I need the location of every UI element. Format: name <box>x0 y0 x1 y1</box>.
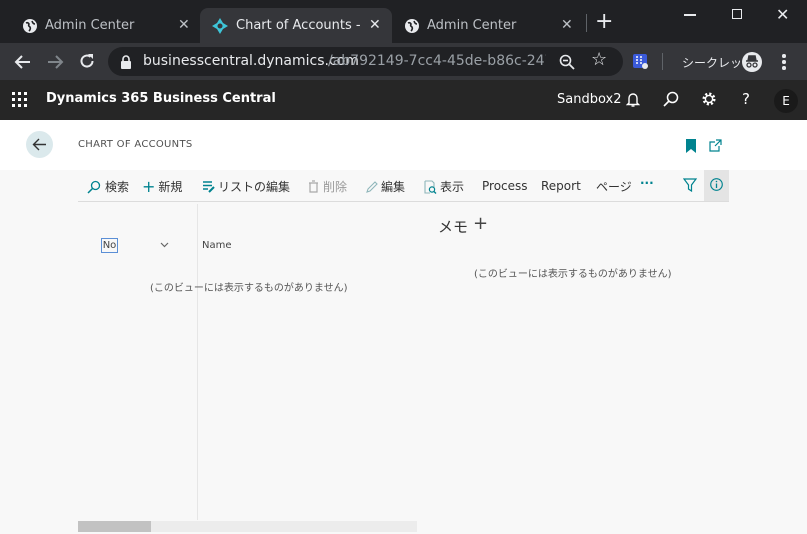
add-note-button[interactable]: + <box>473 213 488 234</box>
browser-toolbar: businesscentral.dynamics.com /ab792149-7… <box>0 43 807 80</box>
scrollbar-thumb[interactable] <box>78 521 151 532</box>
view-icon <box>424 179 437 194</box>
browser-tab-title: Admin Center <box>427 18 517 33</box>
browser-tab-title: Admin Center <box>45 18 135 33</box>
delete-action-label: 削除 <box>323 180 348 194</box>
back-arrow-icon <box>32 138 46 151</box>
search-action-label: 検索 <box>105 180 130 194</box>
delete-action[interactable]: 削除 <box>308 178 347 195</box>
page-menu[interactable]: ページ <box>596 178 632 195</box>
browser-tab[interactable]: Admin Center ✕ <box>392 8 582 43</box>
browser-tab-title: Chart of Accounts - Dyn <box>236 18 364 33</box>
column-header-no[interactable]: No <box>101 238 118 253</box>
action-bar: 検索 + 新規 リストの編集 削除 編集 表示 Process Report ペ… <box>78 170 729 202</box>
url-host: businesscentral.dynamics.com <box>143 53 359 69</box>
maximize-icon[interactable] <box>732 9 742 19</box>
page-body: CHART OF ACCOUNTS 検索 + 新規 リストの編集 削除 編集 表… <box>0 120 807 534</box>
trash-icon <box>309 180 318 193</box>
page-header: CHART OF ACCOUNTS <box>0 120 807 170</box>
view-action[interactable]: 表示 <box>423 178 464 195</box>
chevron-down-icon[interactable] <box>160 242 169 248</box>
close-tab-icon[interactable]: ✕ <box>178 17 190 33</box>
zoom-icon[interactable] <box>559 54 575 70</box>
bookmark-star-icon[interactable]: ☆ <box>591 49 607 70</box>
open-new-window-icon[interactable] <box>709 139 722 152</box>
edit-list-action-label: リストの編集 <box>218 180 291 194</box>
page-title: CHART OF ACCOUNTS <box>78 139 193 150</box>
plus-icon: + <box>142 176 156 196</box>
column-divider <box>197 204 198 520</box>
back-arrow-icon[interactable] <box>14 53 32 71</box>
dynamics-icon <box>212 18 228 34</box>
search-icon[interactable] <box>663 91 679 107</box>
horizontal-scrollbar[interactable] <box>78 521 417 532</box>
browser-menu-icon[interactable] <box>782 54 786 70</box>
edit-action-label: 編集 <box>381 180 406 194</box>
bookmark-icon[interactable] <box>686 139 696 153</box>
view-action-label: 表示 <box>440 180 465 194</box>
browser-tab-active[interactable]: Chart of Accounts - Dyn ✕ <box>200 8 392 43</box>
tab-divider <box>586 14 587 32</box>
close-tab-icon[interactable]: ✕ <box>561 17 573 33</box>
filter-icon[interactable] <box>683 178 697 192</box>
gear-icon[interactable] <box>701 91 717 107</box>
app-launcher-icon[interactable] <box>12 92 27 107</box>
pencil-icon <box>366 180 378 193</box>
search-action[interactable]: 検索 <box>87 178 129 195</box>
close-window-icon[interactable]: ✕ <box>776 5 789 24</box>
avatar[interactable]: E <box>774 89 798 113</box>
notes-title: メモ <box>438 218 469 236</box>
environment-name: Sandbox2 <box>557 92 622 107</box>
address-bar[interactable]: businesscentral.dynamics.com /ab792149-7… <box>108 47 623 76</box>
more-actions-icon[interactable]: ··· <box>640 176 654 190</box>
new-action-label: 新規 <box>158 180 183 194</box>
lock-icon <box>121 55 131 69</box>
globe-icon <box>23 19 37 33</box>
extension-icon[interactable] <box>632 53 648 69</box>
incognito-icon[interactable] <box>741 51 763 73</box>
new-action[interactable]: + 新規 <box>142 178 182 195</box>
process-menu[interactable]: Process <box>482 179 528 193</box>
url-path: /ab792149-7cc4-45de-b86c-2471... <box>328 53 546 69</box>
app-header: Dynamics 365 Business Central Sandbox2 ?… <box>0 80 807 120</box>
minimize-icon[interactable] <box>684 14 696 16</box>
edit-list-icon <box>203 181 215 193</box>
factbox-toggle-button[interactable] <box>704 170 729 201</box>
bell-icon[interactable] <box>626 92 640 108</box>
browser-tab-strip: Admin Center ✕ Chart of Accounts - Dyn ✕… <box>0 0 807 43</box>
globe-icon <box>405 19 419 33</box>
empty-list-message: (このビューには表示するものがありません) <box>150 283 348 294</box>
back-button[interactable] <box>26 131 53 158</box>
close-tab-icon[interactable]: ✕ <box>369 17 381 33</box>
edit-action[interactable]: 編集 <box>366 178 405 195</box>
search-icon <box>87 180 101 194</box>
toolbar-divider <box>662 53 663 70</box>
info-icon <box>710 178 723 191</box>
help-icon[interactable]: ? <box>742 90 750 108</box>
app-name[interactable]: Dynamics 365 Business Central <box>46 91 276 106</box>
browser-tab[interactable]: Admin Center ✕ <box>0 8 200 43</box>
forward-arrow-icon[interactable] <box>46 53 64 71</box>
report-menu[interactable]: Report <box>541 179 581 193</box>
edit-list-action[interactable]: リストの編集 <box>202 178 290 195</box>
column-header-name[interactable]: Name <box>202 240 232 251</box>
notes-empty-message: (このビューには表示するものがありません) <box>474 269 672 280</box>
new-tab-button[interactable]: + <box>595 11 613 33</box>
reload-icon[interactable] <box>78 52 96 70</box>
